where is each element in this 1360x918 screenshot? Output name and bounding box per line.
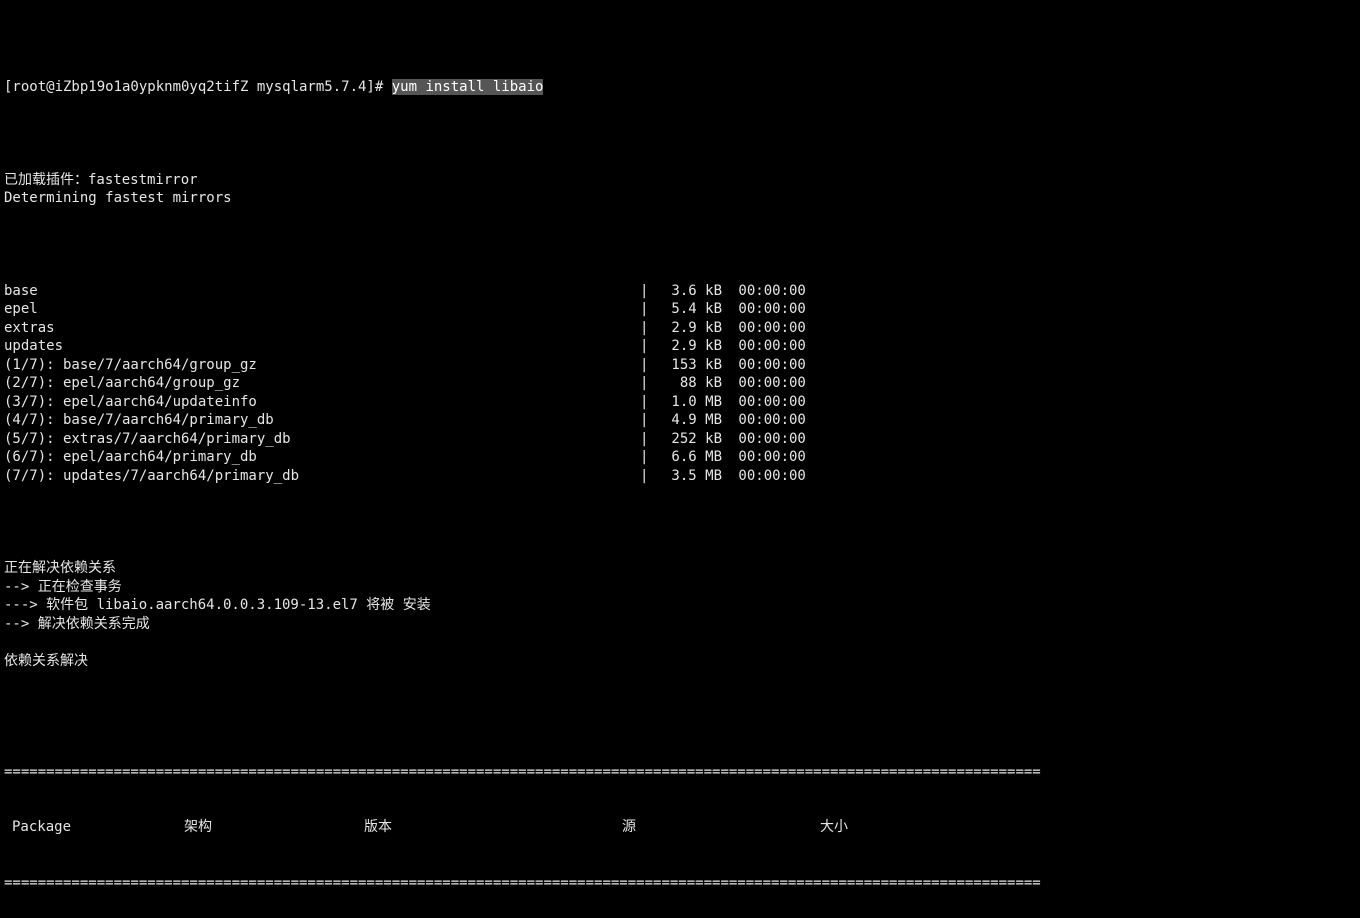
repo-name: updates [4,337,640,356]
repo-name: (7/7): updates/7/aarch64/primary_db [4,467,640,486]
repo-size: 6.6 MB [656,448,730,467]
dependency-line [4,633,1356,652]
repo-line: (5/7): extras/7/aarch64/primary_db|252 k… [4,430,1356,449]
header-line: 已加载插件：fastestmirror [4,171,1356,190]
header-line: Determining fastest mirrors [4,189,1356,208]
repo-time: 00:00:00 [730,337,806,356]
separator-top: ========================================… [4,763,1041,782]
dependency-line: 正在解决依赖关系 [4,559,1356,578]
dependency-line: --> 正在检查事务 [4,578,1356,597]
repo-bar: | [640,411,656,430]
repo-name: (1/7): base/7/aarch64/group_gz [4,356,640,375]
repo-bar: | [640,337,656,356]
repo-bar: | [640,430,656,449]
dependency-line [4,670,1356,689]
repo-line: extras|2.9 kB 00:00:00 [4,319,1356,338]
repo-bar: | [640,448,656,467]
repo-time: 00:00:00 [730,393,806,412]
repo-bar: | [640,282,656,301]
repo-line: updates|2.9 kB 00:00:00 [4,337,1356,356]
repo-size: 2.9 kB [656,319,730,338]
repo-bar: | [640,374,656,393]
repo-line: (6/7): epel/aarch64/primary_db|6.6 MB 00… [4,448,1356,467]
repo-time: 00:00:00 [730,374,806,393]
col-header-arch: 架构 [184,818,364,837]
separator-mid: ========================================… [4,874,1041,893]
col-header-size: 大小 [792,818,848,837]
repo-name: (5/7): extras/7/aarch64/primary_db [4,430,640,449]
repo-line: (4/7): base/7/aarch64/primary_db|4.9 MB … [4,411,1356,430]
repo-time: 00:00:00 [730,282,806,301]
col-header-version: 版本 [364,818,622,837]
repo-size: 1.0 MB [656,393,730,412]
repo-name: extras [4,319,640,338]
repo-time: 00:00:00 [730,319,806,338]
repo-line: epel|5.4 kB 00:00:00 [4,300,1356,319]
prompt-line-1: [root@iZbp19o1a0ypknm0yq2tifZ mysqlarm5.… [4,78,1356,97]
repo-time: 00:00:00 [730,448,806,467]
repo-name: base [4,282,640,301]
repo-line: (2/7): epel/aarch64/group_gz| 88 kB 00:0… [4,374,1356,393]
repo-size: 88 kB [656,374,730,393]
typed-command[interactable]: yum install libaio [392,79,544,95]
repo-size: 153 kB [656,356,730,375]
repo-size: 3.6 kB [656,282,730,301]
repo-time: 00:00:00 [730,430,806,449]
repo-size: 2.9 kB [656,337,730,356]
repo-name: (3/7): epel/aarch64/updateinfo [4,393,640,412]
dependency-line: 依赖关系解决 [4,652,1356,671]
repo-line: (3/7): epel/aarch64/updateinfo|1.0 MB 00… [4,393,1356,412]
repo-time: 00:00:00 [730,411,806,430]
repo-size: 5.4 kB [656,300,730,319]
col-header-repo: 源 [622,818,792,837]
dependency-line: --> 解决依赖关系完成 [4,615,1356,634]
repo-time: 00:00:00 [730,467,806,486]
repo-name: epel [4,300,640,319]
dependency-line: ---> 软件包 libaio.aarch64.0.0.3.109-13.el7… [4,596,1356,615]
terminal-output[interactable]: [root@iZbp19o1a0ypknm0yq2tifZ mysqlarm5.… [0,0,1360,918]
repo-time: 00:00:00 [730,300,806,319]
repo-line: (7/7): updates/7/aarch64/primary_db|3.5 … [4,467,1356,486]
repo-name: (4/7): base/7/aarch64/primary_db [4,411,640,430]
repo-name: (2/7): epel/aarch64/group_gz [4,374,640,393]
repo-bar: | [640,300,656,319]
repo-size: 252 kB [656,430,730,449]
repo-name: (6/7): epel/aarch64/primary_db [4,448,640,467]
repo-line: base|3.6 kB 00:00:00 [4,282,1356,301]
repo-size: 3.5 MB [656,467,730,486]
repo-size: 4.9 MB [656,411,730,430]
table-header: Package 架构 版本 源 大小 [4,818,1356,837]
shell-prompt: [root@iZbp19o1a0ypknm0yq2tifZ mysqlarm5.… [4,79,392,95]
repo-bar: | [640,319,656,338]
repo-bar: | [640,467,656,486]
repo-line: (1/7): base/7/aarch64/group_gz|153 kB 00… [4,356,1356,375]
repo-bar: | [640,356,656,375]
repo-time: 00:00:00 [730,356,806,375]
repo-bar: | [640,393,656,412]
col-header-package: Package [4,818,184,837]
